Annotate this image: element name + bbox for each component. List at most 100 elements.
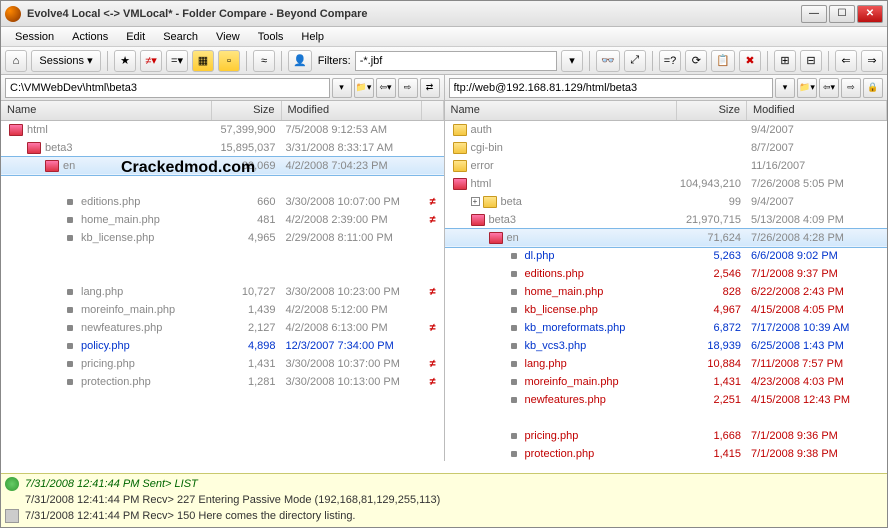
home-icon[interactable]: ⌂ [5, 50, 27, 72]
folder-row[interactable]: html57,399,9007/5/2008 9:12:53 AM [1, 121, 444, 139]
item-label: cgi-bin [471, 142, 503, 154]
modified-cell: 2/29/2008 8:11:00 PM [282, 232, 422, 244]
col-name[interactable]: Name [1, 101, 212, 120]
menu-actions[interactable]: Actions [64, 29, 116, 45]
menu-help[interactable]: Help [293, 29, 332, 45]
minor-icon[interactable]: ▫ [218, 50, 240, 72]
item-label: error [471, 160, 494, 172]
file-row[interactable]: protection.php1,4157/1/2008 9:38 PM [445, 445, 888, 461]
item-label: editions.php [81, 196, 140, 208]
right-lock-icon[interactable]: 🔒 [863, 78, 883, 98]
file-row[interactable]: home_main.php4814/2/2008 2:39:00 PM≠ [1, 211, 444, 229]
peek-icon[interactable]: 👓 [596, 50, 620, 72]
file-row[interactable]: newfeatures.php2,2514/15/2008 12:43 PM [445, 391, 888, 409]
file-row[interactable]: lang.php10,8847/11/2008 7:57 PM [445, 355, 888, 373]
file-row[interactable]: pricing.php1,6687/1/2008 9:36 PM [445, 427, 888, 445]
menu-edit[interactable]: Edit [118, 29, 153, 45]
folder-row[interactable]: cgi-bin8/7/2007 [445, 139, 888, 157]
diff-filter-icon[interactable]: ≠▾ [140, 50, 162, 72]
size-cell: 99 [677, 196, 747, 208]
col-size[interactable]: Size [677, 101, 747, 120]
file-row[interactable]: moreinfo_main.php1,4314/23/2008 4:03 PM [445, 373, 888, 391]
col-modified[interactable]: Modified [747, 101, 887, 120]
file-row[interactable]: policy.php4,89812/3/2007 7:34:00 PM [1, 337, 444, 355]
swap-icon[interactable]: ≈ [253, 50, 275, 72]
next-diff-icon[interactable]: ⇒ [861, 50, 883, 72]
folder-row[interactable]: html104,943,2107/26/2008 5:05 PM [445, 175, 888, 193]
modified-cell: 7/1/2008 9:38 PM [747, 448, 887, 460]
left-swap-icon[interactable]: ⇄ [420, 78, 440, 98]
file-row[interactable]: kb_moreformats.php6,8727/17/2008 10:39 A… [445, 319, 888, 337]
menu-view[interactable]: View [208, 29, 248, 45]
file-row[interactable]: kb_license.php4,9674/15/2008 4:05 PM [445, 301, 888, 319]
file-row[interactable]: editions.php6603/30/2008 10:07:00 PM≠ [1, 193, 444, 211]
left-tree[interactable]: html57,399,9007/5/2008 9:12:53 AMbeta315… [1, 121, 444, 461]
sync-icon[interactable]: ⟳ [685, 50, 707, 72]
sessions-dropdown[interactable]: Sessions ▾ [31, 50, 101, 72]
size-cell: 10,884 [677, 358, 747, 370]
item-label: kb_moreformats.php [525, 322, 626, 334]
expand-icon[interactable]: ⤢ [624, 50, 646, 72]
expand-all-icon[interactable]: ⊞ [774, 50, 796, 72]
log-icon [5, 493, 19, 507]
file-row[interactable]: kb_license.php4,9652/29/2008 8:11:00 PM [1, 229, 444, 247]
item-label: beta [501, 196, 522, 208]
right-tree[interactable]: auth9/4/2007cgi-bin8/7/2007error11/16/20… [445, 121, 888, 461]
left-history-icon[interactable]: ▾ [332, 78, 352, 98]
modified-cell: 4/2/2008 6:13:00 PM [282, 322, 422, 334]
filter-dropdown-icon[interactable]: ▾ [561, 50, 583, 72]
left-back-icon[interactable]: ⇦▾ [376, 78, 396, 98]
close-button[interactable]: ✕ [857, 5, 883, 23]
menu-search[interactable]: Search [155, 29, 206, 45]
maximize-button[interactable]: ☐ [829, 5, 855, 23]
structure-icon[interactable]: ▦ [192, 50, 214, 72]
file-icon [67, 361, 73, 367]
left-browse-icon[interactable]: 📁▾ [354, 78, 374, 98]
minimize-button[interactable]: — [801, 5, 827, 23]
file-row[interactable]: home_main.php8286/22/2008 2:43 PM [445, 283, 888, 301]
right-path-cell: ▾ 📁▾ ⇦▾ ⇨ 🔒 [445, 75, 888, 100]
file-row[interactable]: editions.php2,5467/1/2008 9:37 PM [445, 265, 888, 283]
file-row[interactable]: dl.php5,2636/6/2008 9:02 PM [445, 247, 888, 265]
rules-icon[interactable]: 👤 [288, 50, 312, 72]
size-cell: 2,546 [677, 268, 747, 280]
col-size[interactable]: Size [212, 101, 282, 120]
right-browse-icon[interactable]: 📁▾ [797, 78, 817, 98]
right-path-input[interactable] [449, 78, 774, 98]
file-row[interactable]: protection.php1,2813/30/2008 10:13:00 PM… [1, 373, 444, 391]
right-pane: Name Size Modified auth9/4/2007cgi-bin8/… [445, 101, 888, 461]
right-fwd-icon[interactable]: ⇨ [841, 78, 861, 98]
file-row[interactable]: moreinfo_main.php1,4394/2/2008 5:12:00 P… [1, 301, 444, 319]
file-icon [511, 397, 517, 403]
left-fwd-icon[interactable]: ⇨ [398, 78, 418, 98]
modified-cell: 7/1/2008 9:36 PM [747, 430, 887, 442]
right-history-icon[interactable]: ▾ [775, 78, 795, 98]
copy-icon[interactable]: 📋 [711, 50, 735, 72]
folder-row[interactable]: auth9/4/2007 [445, 121, 888, 139]
filters-input[interactable] [355, 51, 557, 71]
folder-row[interactable]: beta315,895,0373/31/2008 8:33:17 AM [1, 139, 444, 157]
compare-equal-icon[interactable]: =? [659, 50, 682, 72]
prev-diff-icon[interactable]: ⇐ [835, 50, 857, 72]
folder-row[interactable]: en39,0694/2/2008 7:04:23 PM [1, 157, 444, 175]
delete-icon[interactable]: ✖ [739, 50, 761, 72]
size-cell: 2,251 [677, 394, 747, 406]
collapse-all-icon[interactable]: ⊟ [800, 50, 822, 72]
right-back-icon[interactable]: ⇦▾ [819, 78, 839, 98]
file-row[interactable]: lang.php10,7273/30/2008 10:23:00 PM≠ [1, 283, 444, 301]
menu-session[interactable]: Session [7, 29, 62, 45]
file-row[interactable]: pricing.php1,4313/30/2008 10:37:00 PM≠ [1, 355, 444, 373]
file-row[interactable]: newfeatures.php2,1274/2/2008 6:13:00 PM≠ [1, 319, 444, 337]
same-filter-icon[interactable]: =▾ [166, 50, 188, 72]
folder-row[interactable]: +beta999/4/2007 [445, 193, 888, 211]
folder-row[interactable]: beta321,970,7155/13/2008 4:09 PM [445, 211, 888, 229]
folder-row[interactable]: en71,6247/26/2008 4:28 PM [445, 229, 888, 247]
col-modified[interactable]: Modified [282, 101, 422, 120]
modified-cell: 7/17/2008 10:39 AM [747, 322, 887, 334]
col-name[interactable]: Name [445, 101, 678, 120]
left-path-input[interactable] [5, 78, 330, 98]
all-icon[interactable]: ★ [114, 50, 136, 72]
file-row[interactable]: kb_vcs3.php18,9396/25/2008 1:43 PM [445, 337, 888, 355]
folder-row[interactable]: error11/16/2007 [445, 157, 888, 175]
menu-tools[interactable]: Tools [250, 29, 292, 45]
